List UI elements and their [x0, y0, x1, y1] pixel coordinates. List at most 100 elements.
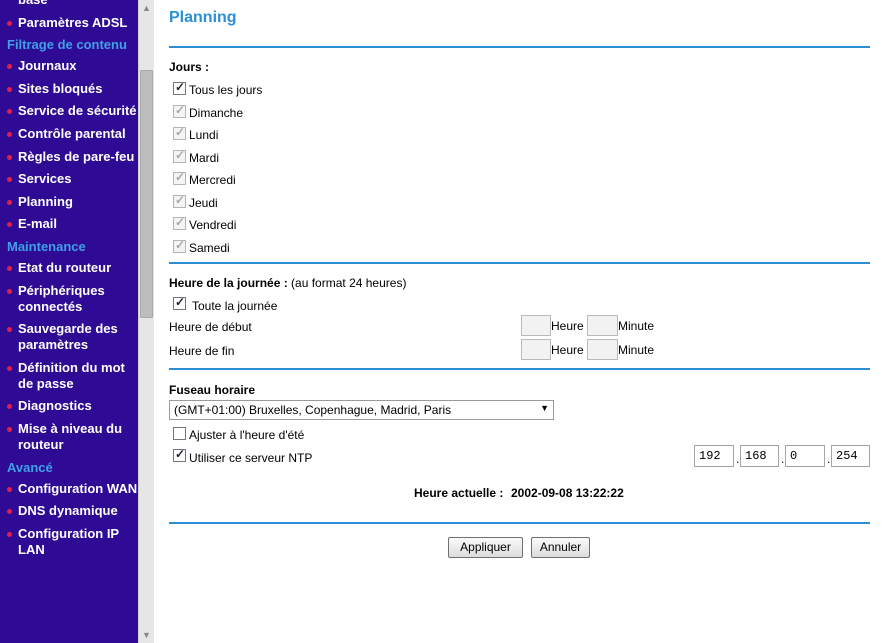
end-time-label: Heure de fin	[169, 344, 235, 358]
timezone-select[interactable]: (GMT+01:00) Bruxelles, Copenhague, Madri…	[169, 400, 554, 420]
sidebar-item-label: E-mail	[18, 216, 58, 232]
time-of-day-label: Heure de la journée : (au format 24 heur…	[169, 276, 406, 290]
sidebar-item[interactable]: Configuration WAN	[0, 481, 138, 497]
sidebar-item-label: Sites bloqués	[18, 80, 103, 96]
sidebar-item-label: Services	[18, 171, 72, 187]
timezone-label: Fuseau horaire	[169, 383, 256, 397]
sidebar-item[interactable]: Paramètres ADSL	[0, 15, 138, 31]
sidebar-item-label: Périphériques connectés	[18, 282, 105, 314]
sidebar-item[interactable]: Service de sécurité	[0, 103, 138, 119]
sidebar-section-header: Maintenance	[7, 238, 86, 254]
day-checkbox[interactable]	[173, 148, 186, 163]
section-divider	[169, 522, 870, 524]
bullet-icon	[7, 327, 12, 333]
end-minute-input[interactable]	[587, 339, 618, 360]
sidebar-item[interactable]: Configuration IP LAN	[0, 526, 138, 558]
start-minute-input[interactable]	[587, 315, 618, 336]
end-minute-unit: Minute	[618, 343, 655, 357]
dst-label: Ajuster à l'heure d'été	[189, 428, 305, 442]
ntp-ip-octet-3[interactable]: 0	[785, 445, 825, 467]
ntp-checkbox[interactable]	[173, 447, 186, 462]
end-hour-unit: Heure	[551, 343, 584, 357]
sidebar-item-label: Configuration WAN	[18, 480, 138, 496]
cancel-button[interactable]: Annuler	[531, 537, 590, 558]
bullet-icon	[7, 404, 12, 410]
sidebar-item-label: Journaux	[18, 58, 77, 74]
sidebar-item-label: Sauvegarde des paramètres	[18, 321, 118, 353]
sidebar-item[interactable]: Périphériques connectés	[0, 283, 138, 315]
time-of-day-label-bold: Heure de la journée :	[169, 276, 288, 290]
sidebar-list: base Paramètres ADSL Filtrage de contenu Jo…	[0, 0, 138, 564]
bullet-icon	[7, 426, 12, 432]
ip-separator: .	[827, 452, 831, 466]
sidebar-item-label: Configuration IP LAN	[18, 525, 119, 557]
sidebar-item-label: Contrôle parental	[18, 125, 126, 141]
sidebar-item[interactable]: Définition du mot de passe	[0, 360, 138, 392]
day-checkbox[interactable]	[173, 103, 186, 118]
day-checkbox[interactable]	[173, 238, 186, 253]
start-time-label: Heure de début	[169, 320, 252, 334]
dst-checkbox[interactable]	[173, 427, 186, 440]
sidebar-scrollbar[interactable]: ▲ ▼	[138, 0, 154, 643]
bullet-icon	[7, 177, 12, 183]
scroll-down-arrow-icon[interactable]: ▼	[139, 627, 154, 643]
section-divider	[169, 368, 870, 370]
scrollbar-thumb[interactable]	[140, 70, 153, 318]
bullet-icon	[7, 64, 12, 70]
day-checkbox[interactable]	[173, 193, 186, 208]
sidebar-item-label: DNS dynamique	[18, 503, 118, 519]
ntp-ip-octet-1[interactable]: 192	[694, 445, 734, 467]
end-hour-input[interactable]	[521, 339, 551, 360]
bullet-icon	[7, 86, 12, 92]
day-checkbox[interactable]	[173, 80, 186, 95]
ntp-ip-octet-2[interactable]: 168	[740, 445, 779, 467]
bullet-icon	[7, 486, 12, 492]
start-hour-input[interactable]	[521, 315, 551, 336]
day-label: Tous les jours	[189, 83, 263, 97]
start-minute-unit: Minute	[618, 319, 655, 333]
sidebar-item[interactable]: Etat du routeur	[0, 260, 138, 276]
sidebar-item-label: Mise à niveau du routeur	[18, 420, 123, 452]
sidebar-item[interactable]: E-mail	[0, 216, 138, 232]
main-content: Planning Jours : Tous les jours Dimanche L…	[154, 0, 882, 643]
sidebar-item[interactable]: Contrôle parental	[0, 126, 138, 142]
all-day-checkbox[interactable]	[173, 295, 186, 310]
current-time-value: 2002-09-08 13:22:22	[511, 486, 624, 500]
sidebar-item[interactable]: Diagnostics	[0, 398, 138, 414]
section-divider	[169, 46, 870, 48]
apply-button[interactable]: Appliquer	[448, 537, 523, 558]
sidebar-item[interactable]: DNS dynamique	[0, 503, 138, 519]
sidebar-item[interactable]: Règles de pare-feu	[0, 149, 138, 165]
scroll-up-arrow-icon[interactable]: ▲	[139, 0, 154, 16]
sidebar-item[interactable]: base	[0, 0, 138, 8]
bullet-icon	[7, 20, 12, 26]
sidebar-item-label: Etat du routeur	[18, 259, 112, 275]
sidebar-section-header: Filtrage de contenu	[7, 37, 127, 53]
sidebar-nav: base Paramètres ADSL Filtrage de contenu Jo…	[0, 0, 138, 643]
day-checkbox[interactable]	[173, 215, 186, 230]
timezone-selected-value: (GMT+01:00) Bruxelles, Copenhague, Madri…	[174, 403, 452, 417]
ip-separator: .	[781, 452, 785, 466]
bullet-icon	[7, 265, 12, 271]
day-checkbox[interactable]	[173, 125, 186, 140]
section-divider	[169, 262, 870, 264]
sidebar-item[interactable]: Sauvegarde des paramètres	[0, 321, 138, 353]
sidebar-item[interactable]: Planning	[0, 194, 138, 210]
day-checkbox[interactable]	[173, 170, 186, 185]
sidebar-section-header: Avancé	[7, 459, 53, 475]
day-label: Vendredi	[189, 218, 237, 232]
bullet-icon	[7, 154, 12, 160]
sidebar-item-label: base	[18, 0, 48, 7]
sidebar-item[interactable]: Services	[0, 171, 138, 187]
bullet-icon	[7, 531, 12, 537]
sidebar-item[interactable]: Mise à niveau du routeur	[0, 421, 138, 453]
day-label: Samedi	[189, 240, 230, 255]
bullet-icon	[7, 199, 12, 205]
sidebar-item[interactable]: Journaux	[0, 58, 138, 74]
sidebar-item[interactable]: Sites bloqués	[0, 81, 138, 97]
bullet-icon	[7, 109, 12, 115]
sidebar-item-label: Définition du mot de passe	[18, 359, 125, 391]
current-time-label: Heure actuelle :	[414, 486, 504, 500]
ntp-ip-octet-4[interactable]: 254	[831, 445, 870, 467]
day-label: Jeudi	[189, 195, 218, 210]
